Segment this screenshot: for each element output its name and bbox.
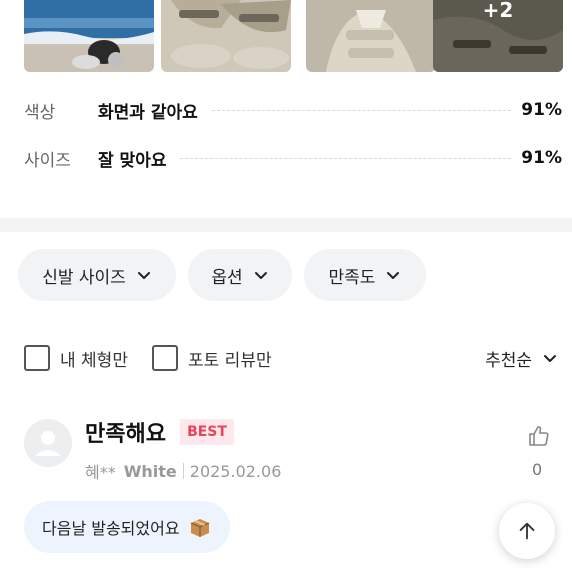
review-date: 2025.02.06 bbox=[189, 461, 282, 481]
filter-option[interactable]: 옵션 bbox=[188, 249, 292, 301]
photo-review-label: 포토 리뷰만 bbox=[188, 350, 272, 371]
user-icon bbox=[35, 431, 61, 456]
review-author: 혜** bbox=[85, 463, 116, 482]
rating-row-size: 사이즈 잘 맞아요 91% bbox=[24, 145, 562, 171]
my-size-filter[interactable]: 내 체형만 bbox=[24, 344, 128, 372]
filter-satisfaction[interactable]: 만족도 bbox=[304, 249, 426, 301]
review-title: 만족해요 bbox=[85, 422, 166, 447]
scroll-to-top-button[interactable] bbox=[499, 503, 555, 559]
avatar bbox=[24, 419, 72, 467]
rating-percent: 91% bbox=[521, 148, 562, 168]
my-size-checkbox[interactable] bbox=[24, 345, 50, 371]
review-photo-3[interactable] bbox=[306, 0, 436, 72]
rating-key: 사이즈 bbox=[24, 150, 71, 171]
chevron-down-icon bbox=[544, 355, 556, 362]
chevron-down-icon bbox=[254, 272, 267, 279]
review-tag-label: 다음날 발송되었어요 bbox=[42, 519, 180, 538]
chevron-down-icon bbox=[387, 272, 400, 279]
meta-divider bbox=[182, 463, 184, 479]
review-photo-more[interactable]: +2 bbox=[433, 0, 563, 72]
rating-leader-dots bbox=[211, 109, 512, 111]
photo-review-filter[interactable]: 포토 리뷰만 bbox=[152, 344, 272, 372]
sort-label: 추천순 bbox=[485, 350, 532, 371]
review-tag-chip: 다음날 발송되었어요 bbox=[24, 501, 230, 553]
review-photo-strip: +2 bbox=[24, 0, 572, 72]
rating-row-color: 색상 화면과 같아요 91% bbox=[24, 97, 562, 123]
rating-key: 색상 bbox=[24, 102, 56, 123]
like-count: 0 bbox=[532, 460, 543, 479]
photo-review-checkbox[interactable] bbox=[152, 345, 178, 371]
filter-label: 만족도 bbox=[328, 267, 376, 288]
rating-percent: 91% bbox=[521, 100, 562, 120]
chevron-down-icon bbox=[137, 272, 150, 279]
review-photo-1[interactable] bbox=[24, 0, 154, 72]
thumbs-up-icon[interactable] bbox=[527, 424, 551, 448]
arrow-up-icon bbox=[519, 522, 535, 540]
review-option: White bbox=[123, 461, 177, 481]
rating-value: 화면과 같아요 bbox=[98, 102, 198, 123]
filter-label: 신발 사이즈 bbox=[42, 267, 126, 288]
filter-label: 옵션 bbox=[211, 267, 243, 288]
review-meta: 혜** White 2025.02.06 bbox=[85, 459, 281, 483]
rating-leader-dots bbox=[180, 157, 512, 159]
more-photos-count: +2 bbox=[482, 0, 514, 22]
section-divider bbox=[0, 218, 572, 232]
my-size-label: 내 체형만 bbox=[60, 350, 128, 371]
rating-value: 잘 맞아요 bbox=[98, 150, 167, 171]
filter-shoe-size[interactable]: 신발 사이즈 bbox=[18, 249, 176, 301]
review-photo-2[interactable] bbox=[161, 0, 291, 72]
sort-dropdown[interactable]: 추천순 bbox=[485, 344, 558, 372]
box-icon bbox=[190, 519, 209, 537]
best-badge: BEST bbox=[180, 419, 234, 445]
